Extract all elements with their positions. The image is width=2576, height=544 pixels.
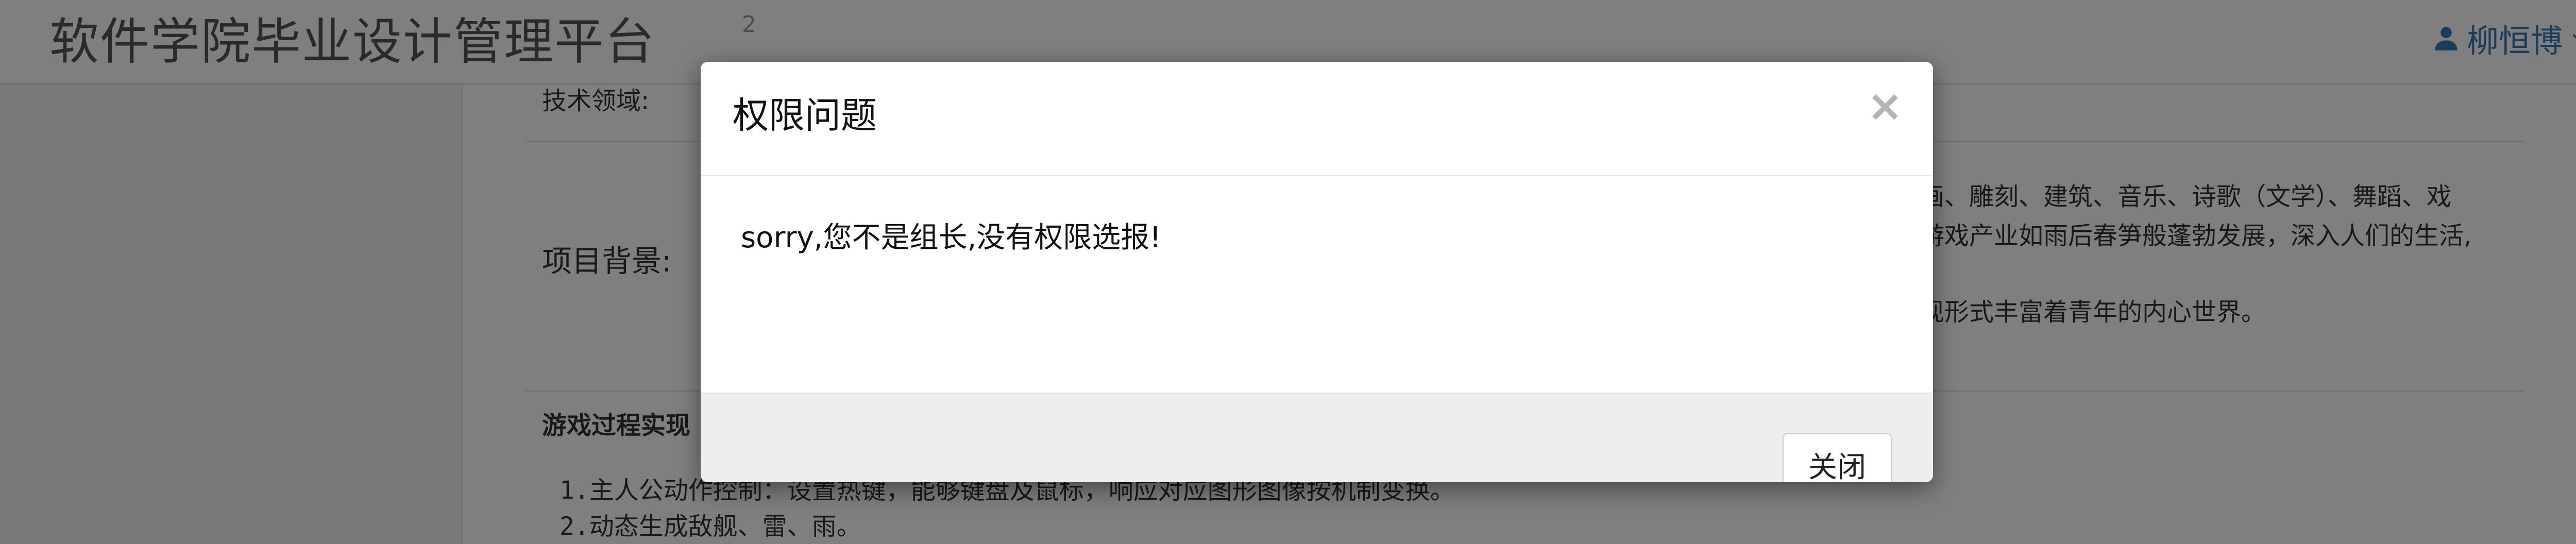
close-button[interactable]: 关闭 bbox=[1783, 433, 1892, 482]
permission-dialog: 权限问题 × sorry,您不是组长,没有权限选报! 关闭 bbox=[701, 62, 1933, 482]
dialog-body: sorry,您不是组长,没有权限选报! bbox=[701, 176, 1933, 393]
close-icon[interactable]: × bbox=[1862, 82, 1908, 129]
dialog-header: 权限问题 × bbox=[701, 62, 1933, 176]
dialog-footer: 关闭 bbox=[701, 393, 1933, 482]
dialog-title: 权限问题 bbox=[733, 94, 877, 137]
dialog-message: sorry,您不是组长,没有权限选报! bbox=[741, 221, 1161, 254]
